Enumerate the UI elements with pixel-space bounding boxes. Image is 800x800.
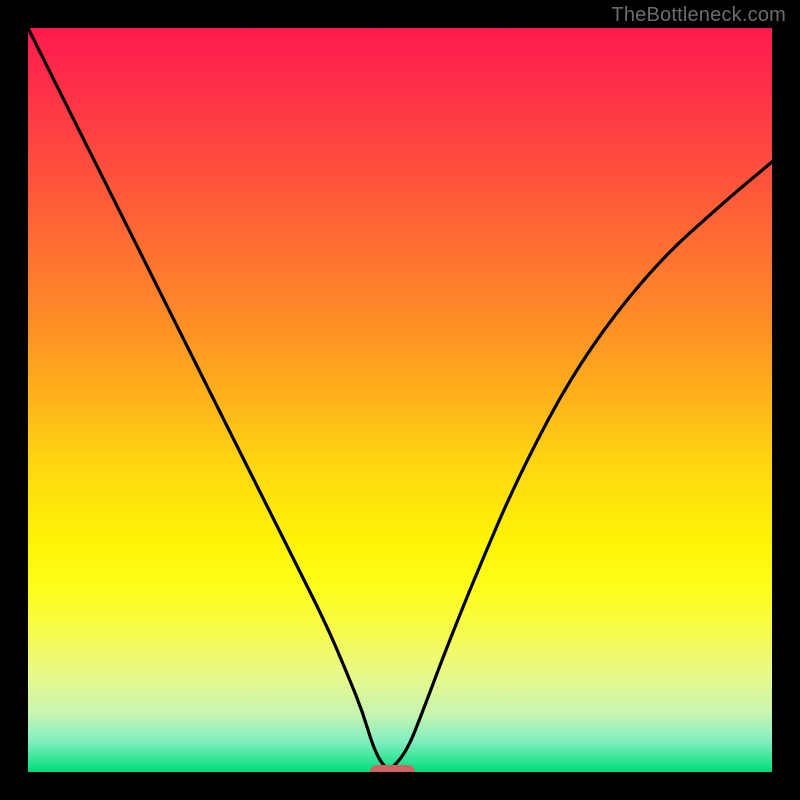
bottleneck-curve — [28, 28, 772, 772]
optimal-range-marker — [370, 765, 415, 772]
frame: TheBottleneck.com — [0, 0, 800, 800]
watermark-text: TheBottleneck.com — [611, 4, 786, 27]
plot-area — [28, 28, 772, 772]
